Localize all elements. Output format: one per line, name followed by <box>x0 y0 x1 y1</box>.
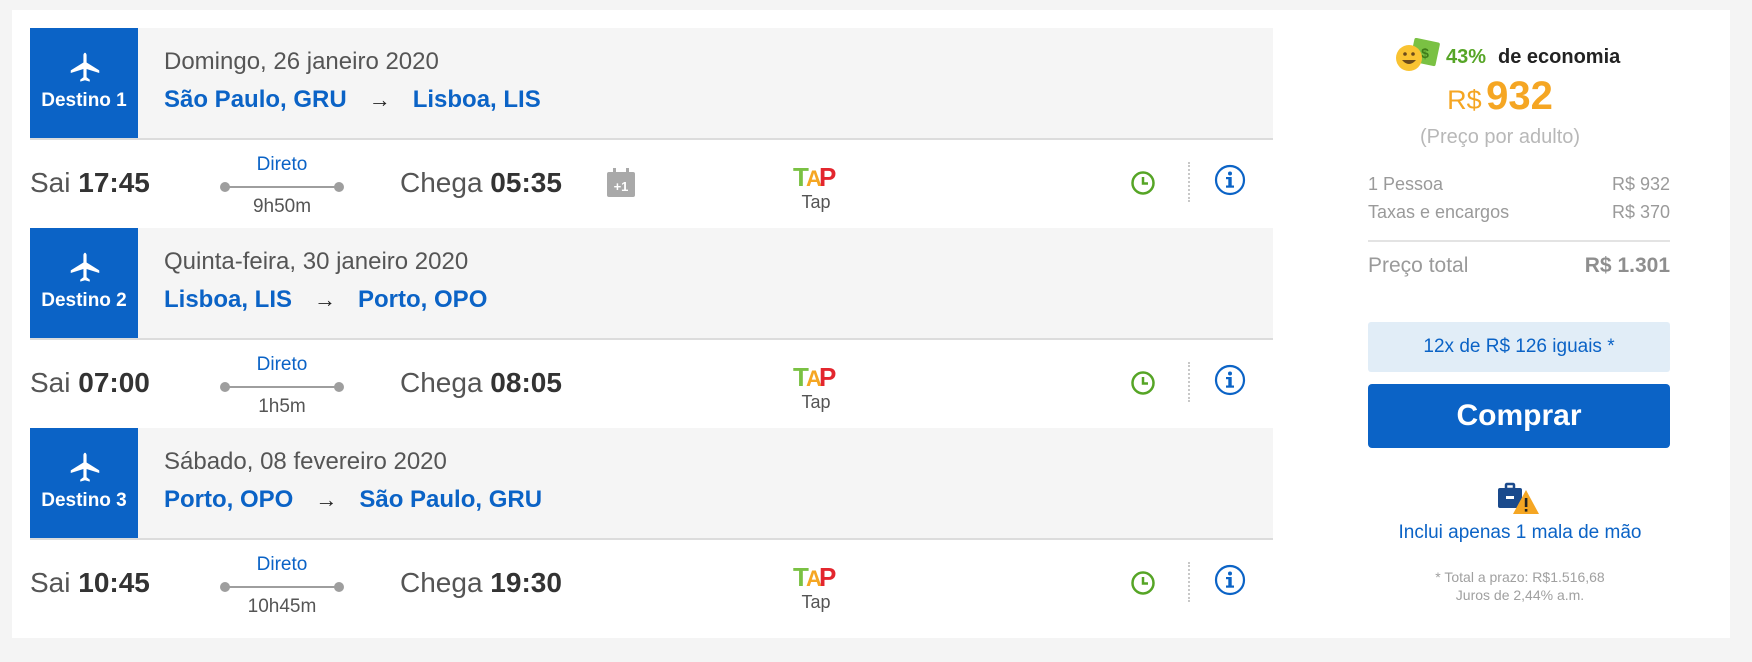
leg-date: Quinta-feira, 30 janeiro 2020 <box>164 248 469 275</box>
tap-logo: T A P <box>793 564 836 590</box>
destination-city: São Paulo, GRU <box>359 486 543 513</box>
tap-logo: T A P <box>793 164 836 190</box>
airline: T A P Tap <box>786 164 846 213</box>
destination-label: Destino 3 <box>41 490 127 511</box>
airline-name: Tap <box>801 192 831 212</box>
installments-info: 12x de R$ 126 iguais * <box>1368 322 1670 372</box>
route-line <box>220 382 344 392</box>
clock-icon[interactable] <box>1130 170 1156 196</box>
clock-icon[interactable] <box>1130 570 1156 596</box>
airline: T A P Tap <box>786 364 846 413</box>
breakdown-label: Taxas e encargos <box>1368 202 1510 222</box>
airline: T A P Tap <box>786 564 846 613</box>
arrival-time: Chega 05:35 <box>400 167 562 198</box>
arrow-right-icon: → <box>314 287 337 312</box>
info-icon[interactable] <box>1214 164 1246 196</box>
itinerary-legs: Destino 1 Domingo, 26 janeiro 2020 São P… <box>30 28 1273 628</box>
total-value: R$ 1.301 <box>1584 254 1670 277</box>
departure-time: Sai 10:45 <box>30 567 150 598</box>
per-adult-note: (Preço por adulto) <box>1419 126 1581 148</box>
route-line <box>220 182 344 192</box>
arrival-time: Chega 08:05 <box>400 367 562 398</box>
destination-city: Porto, OPO <box>358 286 488 313</box>
savings-emoji-icon: $ <box>1396 38 1440 71</box>
clock-icon[interactable] <box>1130 370 1156 396</box>
leg-route: Lisboa, LIS → Porto, OPO <box>164 286 487 314</box>
leg-route: Porto, OPO → São Paulo, GRU <box>164 486 542 514</box>
leg-header: Destino 2 Quinta-feira, 30 janeiro 2020 … <box>30 228 1273 340</box>
flight-duration: 10h45m <box>247 596 317 617</box>
breakdown-value: R$ 370 <box>1611 202 1670 222</box>
leg-header: Destino 3 Sábado, 08 fevereiro 2020 Port… <box>30 428 1273 540</box>
total-label: Preço total <box>1368 254 1469 277</box>
departure-time: Sai 17:45 <box>30 167 150 198</box>
savings-text: de economia <box>1498 46 1621 68</box>
flight-row[interactable]: Sai 17:45 Direto 9h50m Chega 05:35 +1 T … <box>30 140 1273 228</box>
savings-percent: 43% <box>1446 46 1487 68</box>
stops-info: Direto 9h50m <box>218 154 346 218</box>
arrival-time: Chega 19:30 <box>400 567 562 598</box>
destination-label: Destino 2 <box>41 290 127 311</box>
flight-row[interactable]: Sai 07:00 Direto 1h5m Chega 08:05 T A P … <box>30 340 1273 428</box>
flight-duration: 1h5m <box>258 396 306 417</box>
buy-button[interactable]: Comprar <box>1368 384 1670 448</box>
breakdown-label: 1 Pessoa <box>1368 174 1444 194</box>
leg-date: Sábado, 08 fevereiro 2020 <box>164 448 447 475</box>
destination-badge: Destino 2 <box>30 228 138 338</box>
divider <box>1188 362 1190 402</box>
plane-icon <box>70 252 100 282</box>
stops-label: Direto <box>256 554 308 575</box>
airline-name: Tap <box>801 592 831 612</box>
price-per-adult: R$ 932 <box>1350 74 1650 119</box>
destination-badge: Destino 1 <box>30 28 138 138</box>
breakdown-row: Taxas e encargos R$ 370 <box>1368 202 1670 230</box>
plane-icon <box>70 452 100 482</box>
leg-date: Domingo, 26 janeiro 2020 <box>164 48 439 75</box>
route-line <box>220 582 344 592</box>
arrow-right-icon: → <box>315 487 338 512</box>
breakdown-row: 1 Pessoa R$ 932 <box>1368 174 1670 202</box>
origin-city: São Paulo, GRU <box>164 86 347 113</box>
plus-one-day-icon: +1 <box>607 168 635 197</box>
currency: R$ <box>1447 85 1482 115</box>
flight-row[interactable]: Sai 10:45 Direto 10h45m Chega 19:30 T A … <box>30 540 1273 628</box>
stops-info: Direto 10h45m <box>218 554 346 618</box>
divider <box>1368 240 1670 242</box>
departure-time: Sai 07:00 <box>30 367 150 398</box>
stops-info: Direto 1h5m <box>218 354 346 418</box>
plane-icon <box>70 52 100 82</box>
svg-text:+1: +1 <box>614 179 629 194</box>
info-icon[interactable] <box>1214 564 1246 596</box>
svg-text:P: P <box>819 564 836 590</box>
svg-text:$: $ <box>1421 45 1429 61</box>
svg-text:P: P <box>819 364 836 390</box>
total-row: Preço total R$ 1.301 <box>1368 254 1670 284</box>
arrow-right-icon: → <box>368 87 391 112</box>
stops-label: Direto <box>256 354 308 375</box>
baggage-warning-icon <box>1498 482 1539 514</box>
divider <box>1188 562 1190 602</box>
leg-route: São Paulo, GRU → Lisboa, LIS <box>164 86 541 114</box>
info-icon[interactable] <box>1214 364 1246 396</box>
divider <box>1188 162 1190 202</box>
carry-on-info: Inclui apenas 1 mala de mão <box>1398 522 1642 543</box>
airline-name: Tap <box>801 392 831 412</box>
price-breakdown: 1 Pessoa R$ 932 Taxas e encargos R$ 370 … <box>1368 174 1670 284</box>
flight-offer-card: Destino 1 Domingo, 26 janeiro 2020 São P… <box>12 10 1730 638</box>
origin-city: Lisboa, LIS <box>164 286 293 313</box>
price-value: 932 <box>1486 74 1553 118</box>
installment-terms: * Total a prazo: R$1.516,68 Juros de 2,4… <box>1350 568 1690 604</box>
destination-label: Destino 1 <box>41 90 127 111</box>
flight-duration: 9h50m <box>252 196 312 217</box>
destination-badge: Destino 3 <box>30 428 138 538</box>
svg-text:P: P <box>819 164 836 190</box>
destination-city: Lisboa, LIS <box>412 86 541 113</box>
stops-label: Direto <box>256 154 308 175</box>
breakdown-value: R$ 932 <box>1611 174 1670 194</box>
tap-logo: T A P <box>793 364 836 390</box>
origin-city: Porto, OPO <box>164 486 294 513</box>
leg-header: Destino 1 Domingo, 26 janeiro 2020 São P… <box>30 28 1273 140</box>
terms-total: * Total a prazo: R$1.516,68 <box>1435 569 1605 585</box>
terms-interest: Juros de 2,44% a.m. <box>1455 587 1585 603</box>
